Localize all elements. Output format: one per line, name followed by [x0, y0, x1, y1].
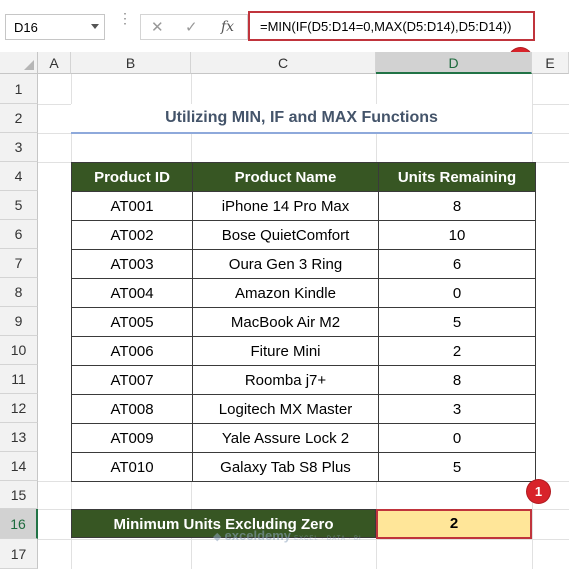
cell-product-name[interactable]: Oura Gen 3 Ring	[192, 249, 379, 279]
cell-product-id[interactable]: AT008	[71, 394, 193, 424]
table-row: AT008 Logitech MX Master 3	[71, 394, 536, 424]
cell-units[interactable]: 8	[378, 191, 536, 221]
select-all-corner[interactable]	[0, 52, 38, 74]
cell-product-id[interactable]: AT010	[71, 452, 193, 482]
table-row: AT002 Bose QuietComfort 10	[71, 220, 536, 250]
column-header-b[interactable]: B	[71, 52, 191, 74]
cell-product-id[interactable]: AT002	[71, 220, 193, 250]
cell-units[interactable]: 10	[378, 220, 536, 250]
table-row: AT009 Yale Assure Lock 2 0	[71, 423, 536, 453]
row-header-1[interactable]: 1	[0, 74, 38, 104]
cell-product-name[interactable]: Bose QuietComfort	[192, 220, 379, 250]
table-row: AT004 Amazon Kindle 0	[71, 278, 536, 308]
row-header-12[interactable]: 12	[0, 394, 38, 423]
column-header-e[interactable]: E	[532, 52, 569, 74]
header-product-id[interactable]: Product ID	[71, 162, 193, 192]
row-header-10[interactable]: 10	[0, 336, 38, 365]
row-header-5[interactable]: 5	[0, 191, 38, 220]
cell-units[interactable]: 0	[378, 423, 536, 453]
row-header-3[interactable]: 3	[0, 133, 38, 162]
cell-product-name[interactable]: Amazon Kindle	[192, 278, 379, 308]
table-row: AT003 Oura Gen 3 Ring 6	[71, 249, 536, 279]
cell-product-id[interactable]: AT009	[71, 423, 193, 453]
watermark-tagline: EXCEL · DATA · BI	[294, 536, 362, 542]
data-table: Product ID Product Name Units Remaining …	[71, 162, 536, 482]
row-header-6[interactable]: 6	[0, 220, 38, 249]
header-units-remaining[interactable]: Units Remaining	[378, 162, 536, 192]
row-header-13[interactable]: 13	[0, 423, 38, 452]
table-row: AT001 iPhone 14 Pro Max 8	[71, 191, 536, 221]
cell-units[interactable]: 8	[378, 365, 536, 395]
column-header-c[interactable]: C	[191, 52, 376, 74]
cell-units[interactable]: 2	[378, 336, 536, 366]
cell-units[interactable]: 5	[378, 452, 536, 482]
summary-value-cell[interactable]: 2	[376, 509, 532, 539]
column-header-d[interactable]: D	[376, 52, 532, 74]
cell-product-id[interactable]: AT007	[71, 365, 193, 395]
table-row: AT010 Galaxy Tab S8 Plus 5	[71, 452, 536, 482]
header-product-name[interactable]: Product Name	[192, 162, 379, 192]
watermark-icon: ◆	[213, 531, 222, 543]
row-header-15[interactable]: 15	[0, 481, 38, 509]
cell-product-id[interactable]: AT005	[71, 307, 193, 337]
cell-product-name[interactable]: Fiture Mini	[192, 336, 379, 366]
table-row: AT006 Fiture Mini 2	[71, 336, 536, 366]
spreadsheet-grid[interactable]: A B C D E 1 2 3 4 5 6 7 8 9 10 11 12 13 …	[0, 0, 569, 569]
table-row: AT005 MacBook Air M2 5	[71, 307, 536, 337]
cell-product-id[interactable]: AT006	[71, 336, 193, 366]
row-header-14[interactable]: 14	[0, 452, 38, 481]
watermark-logo: ◆ exceldemy EXCEL · DATA · BI	[213, 528, 363, 546]
cell-product-id[interactable]: AT004	[71, 278, 193, 308]
cell-product-name[interactable]: iPhone 14 Pro Max	[192, 191, 379, 221]
row-header-8[interactable]: 8	[0, 278, 38, 307]
cell-product-name[interactable]: Roomba j7+	[192, 365, 379, 395]
table-header-row: Product ID Product Name Units Remaining	[71, 162, 536, 192]
cell-product-name[interactable]: Yale Assure Lock 2	[192, 423, 379, 453]
row-header-4[interactable]: 4	[0, 162, 38, 191]
row-header-9[interactable]: 9	[0, 307, 38, 336]
cell-product-id[interactable]: AT003	[71, 249, 193, 279]
cell-product-name[interactable]: Galaxy Tab S8 Plus	[192, 452, 379, 482]
watermark-name: exceldemy	[224, 528, 292, 543]
cell-units[interactable]: 6	[378, 249, 536, 279]
table-row: AT007 Roomba j7+ 8	[71, 365, 536, 395]
cell-units[interactable]: 0	[378, 278, 536, 308]
cell-product-id[interactable]: AT001	[71, 191, 193, 221]
row-header-16[interactable]: 16	[0, 509, 38, 539]
cell-product-name[interactable]: Logitech MX Master	[192, 394, 379, 424]
cell-units[interactable]: 5	[378, 307, 536, 337]
row-header-17[interactable]: 17	[0, 539, 38, 569]
cell-units[interactable]: 3	[378, 394, 536, 424]
column-header-a[interactable]: A	[38, 52, 71, 74]
row-header-2[interactable]: 2	[0, 104, 38, 133]
callout-badge-1: 1	[527, 480, 550, 503]
row-header-11[interactable]: 11	[0, 365, 38, 394]
cell-product-name[interactable]: MacBook Air M2	[192, 307, 379, 337]
row-header-7[interactable]: 7	[0, 249, 38, 278]
sheet-title: Utilizing MIN, IF and MAX Functions	[71, 104, 532, 134]
